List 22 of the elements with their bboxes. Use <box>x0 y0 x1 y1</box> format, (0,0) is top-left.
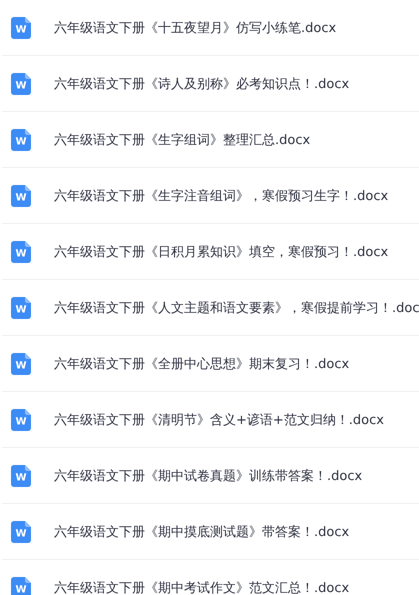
document-icon: W <box>11 352 31 374</box>
file-name[interactable]: 六年级语文下册《清明节》含义+谚语+范文归纳！.docx <box>54 410 384 428</box>
document-icon: W <box>11 520 31 542</box>
document-icon: W <box>11 240 31 262</box>
document-icon: W <box>11 184 31 206</box>
file-name[interactable]: 六年级语文下册《期中考试作文》范文汇总！.docx <box>54 578 350 595</box>
file-name[interactable]: 六年级语文下册《期中试卷真题》训练带答案！.docx <box>54 466 362 484</box>
document-icon: W <box>11 408 31 430</box>
file-name[interactable]: 六年级语文下册《生字注音组词》，寒假预习生字！.docx <box>54 186 388 204</box>
document-icon: W <box>11 72 31 94</box>
file-name[interactable]: 六年级语文下册《期中摸底测试题》带答案！.docx <box>54 522 350 540</box>
file-name[interactable]: 六年级语文下册《诗人及别称》必考知识点！.docx <box>54 74 350 92</box>
file-name[interactable]: 六年级语文下册《日积月累知识》填空，寒假预习！.docx <box>54 242 388 260</box>
file-name[interactable]: 六年级语文下册《人文主题和语文要素》，寒假提前学习！.doc <box>54 298 419 316</box>
file-name[interactable]: 六年级语文下册《全册中心思想》期末复习！.docx <box>54 354 350 372</box>
document-icon: W <box>11 576 31 595</box>
document-icon: W <box>11 464 31 486</box>
file-name[interactable]: 六年级语文下册《十五夜望月》仿写小练笔.docx <box>54 18 336 36</box>
document-icon: W <box>11 296 31 318</box>
file-name[interactable]: 六年级语文下册《生字组词》整理汇总.docx <box>54 130 310 148</box>
document-icon: W <box>11 16 31 38</box>
document-icon: W <box>11 128 31 150</box>
